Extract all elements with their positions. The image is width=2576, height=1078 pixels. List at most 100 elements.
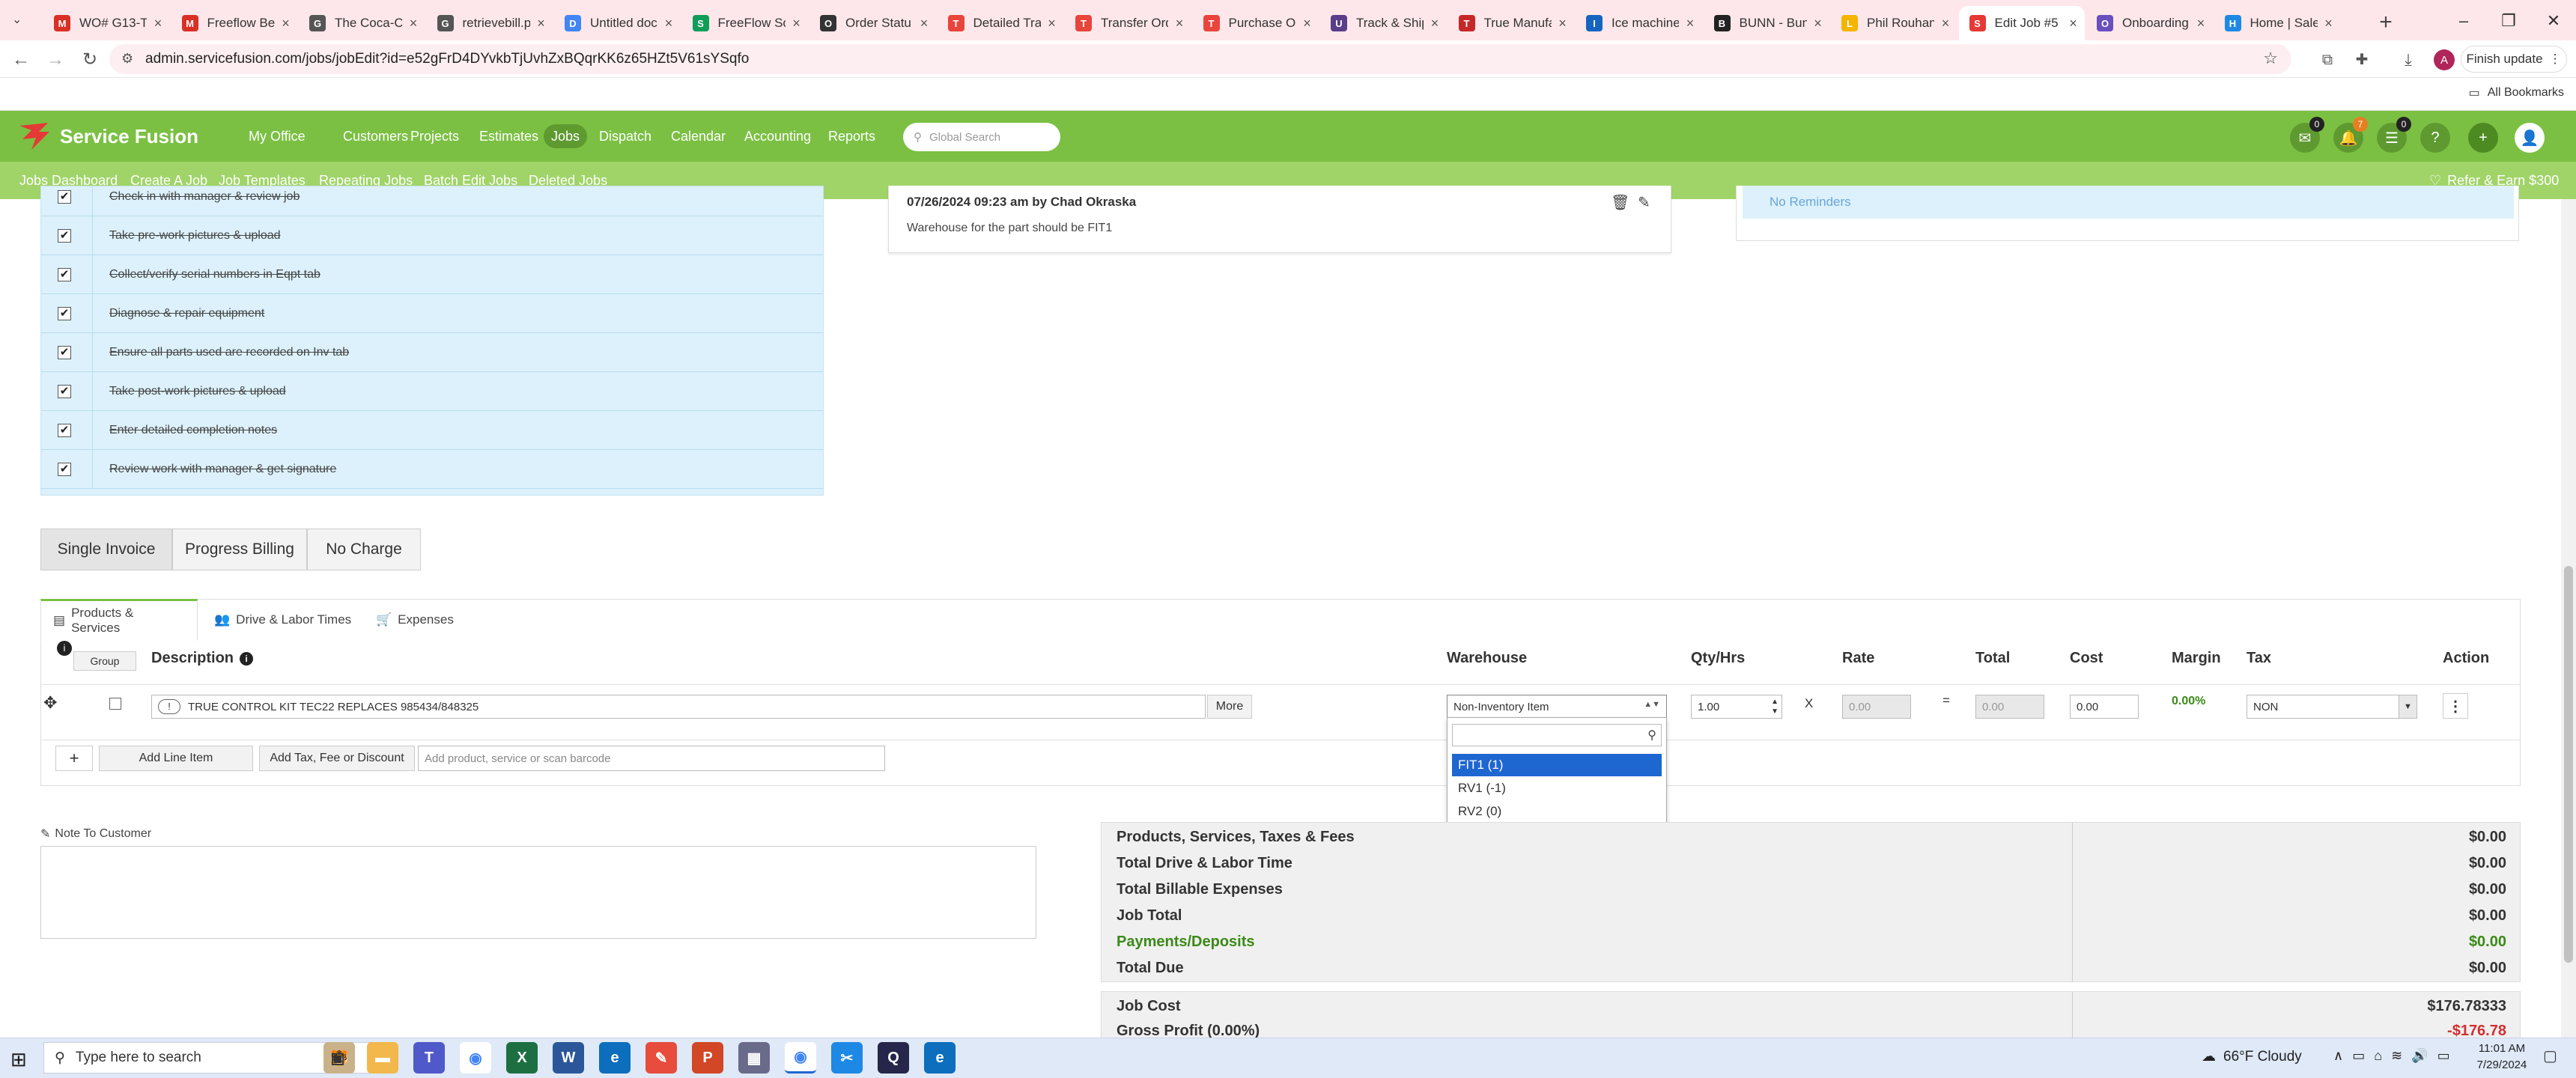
checklist-checkbox[interactable]: ✔ (58, 267, 71, 281)
wifi-icon[interactable]: ≋ (2391, 1048, 2402, 1064)
tab-close-icon[interactable]: × (1424, 16, 1446, 31)
cost-input[interactable]: 0.00 (2070, 695, 2139, 719)
no-charge-button[interactable]: No Charge (307, 529, 421, 570)
tax-select[interactable]: NON ▼ (2247, 695, 2417, 719)
checklist-checkbox[interactable]: ✔ (58, 189, 71, 204)
tab-close-icon[interactable]: × (657, 16, 680, 31)
group-button[interactable]: Group (73, 651, 136, 671)
download-icon[interactable]: ⤓ (2395, 46, 2422, 73)
snipping-tool-icon[interactable]: ✂ (831, 1042, 863, 1074)
browser-tab[interactable]: I Ice machine × (1576, 6, 1701, 40)
more-button[interactable]: More (1207, 695, 1252, 719)
browser-tab[interactable]: B BUNN - Bun × (1704, 6, 1829, 40)
user-avatar-icon[interactable]: 👤 (2515, 123, 2545, 153)
task-view-icon[interactable]: ▣ (322, 1042, 353, 1074)
site-info-icon[interactable]: ⚙ (121, 51, 133, 67)
browser-tab[interactable]: U Track & Ship × (1320, 6, 1446, 40)
trash-icon[interactable]: 🗑 (1611, 193, 1629, 212)
tab-close-icon[interactable]: × (530, 16, 553, 31)
tab-close-icon[interactable]: × (1041, 16, 1063, 31)
info-icon[interactable]: i (57, 641, 72, 656)
finish-update-button[interactable]: Finish update ⋮ (2461, 46, 2567, 73)
quickbooks-icon[interactable]: Q (878, 1042, 909, 1074)
menu-item[interactable]: Dispatch (592, 124, 659, 148)
browser-tab[interactable]: S Edit Job #5 × (1958, 6, 2085, 40)
maximize-button[interactable]: ❐ (2486, 6, 2531, 36)
qty-stepper-icon[interactable]: ▲ ▼ (1771, 697, 1778, 716)
browser-tab[interactable]: O Onboarding × (2086, 6, 2212, 40)
tab-products-services[interactable]: ▤ Products & Services (40, 599, 198, 641)
row-action-kebab-icon[interactable]: ⋮ (2443, 693, 2468, 719)
tab-drive-labor[interactable]: 👥 Drive & Labor Times (202, 599, 363, 641)
notification-icon[interactable]: ▢ (2543, 1047, 2557, 1065)
edit-pencil-icon[interactable]: ✎ (1638, 193, 1650, 212)
forward-icon[interactable]: → (42, 46, 69, 73)
menu-item[interactable]: My Office (241, 124, 313, 148)
tab-close-icon[interactable]: × (1296, 16, 1319, 31)
checklist-checkbox[interactable]: ✔ (58, 228, 71, 243)
checklist-checkbox[interactable]: ✔ (58, 384, 71, 398)
reload-icon[interactable]: ↻ (76, 46, 103, 73)
battery-icon[interactable]: ▭ (2437, 1048, 2450, 1064)
tab-close-icon[interactable]: × (2318, 16, 2340, 31)
tab-close-icon[interactable]: × (1679, 16, 1701, 31)
rate-input[interactable]: 0.00 (1842, 695, 1911, 719)
calculator-icon[interactable]: ▦ (738, 1042, 770, 1074)
teams-icon[interactable]: T (413, 1042, 445, 1074)
app-pen-icon[interactable]: ✎ (645, 1042, 677, 1074)
warehouse-option[interactable]: RV2 (0) (1452, 800, 1662, 823)
edge-dev-icon[interactable]: e (924, 1042, 956, 1074)
drag-handle-icon[interactable]: ✥ (43, 693, 57, 713)
chrome-icon[interactable]: ◉ (460, 1042, 491, 1074)
page-scrollbar[interactable] (2561, 199, 2576, 1038)
tab-close-icon[interactable]: × (147, 16, 169, 31)
tab-close-icon[interactable]: × (2062, 16, 2085, 31)
back-icon[interactable]: ← (7, 46, 34, 73)
checklist-checkbox[interactable]: ✔ (58, 462, 71, 476)
add-new-icon[interactable]: + (2468, 123, 2498, 153)
global-search-input[interactable]: ⚲ Global Search (903, 123, 1060, 151)
warehouse-option[interactable]: RV1 (-1) (1452, 777, 1662, 800)
tab-close-icon[interactable]: × (786, 16, 808, 31)
checklist-checkbox[interactable]: ✔ (58, 306, 71, 320)
menu-item[interactable]: Projects (403, 124, 467, 148)
add-line-item-button[interactable]: Add Line Item (99, 746, 253, 771)
item-info-icon[interactable]: ! (158, 699, 180, 714)
plus-icon[interactable]: + (55, 746, 93, 771)
service-fusion-logo[interactable]: Service Fusion (16, 118, 198, 154)
tab-close-icon[interactable]: × (275, 16, 297, 31)
progress-billing-button[interactable]: Progress Billing (172, 529, 307, 570)
browser-tab[interactable]: G The Coca-Co× (299, 6, 425, 40)
single-invoice-button[interactable]: Single Invoice (40, 529, 172, 570)
checklist-checkbox[interactable]: ✔ (58, 345, 71, 359)
windows-start-icon[interactable]: ⊞ (10, 1048, 27, 1071)
menu-item[interactable]: Jobs (544, 124, 588, 148)
line-description-input[interactable]: ! TRUE CONTROL KIT TEC22 REPLACES 985434… (151, 695, 1206, 719)
minimize-button[interactable]: – (2441, 6, 2486, 36)
browser-tab[interactable]: T Detailed Tra × (938, 6, 1063, 40)
chevron-up-icon[interactable]: ∧ (2333, 1048, 2343, 1064)
file-explorer-icon[interactable]: ▬ (367, 1042, 398, 1074)
help-icon[interactable]: ? (2420, 123, 2450, 153)
browser-tab[interactable]: L Phil Rouhan × (1831, 6, 1957, 40)
excel-icon[interactable]: X (506, 1042, 538, 1074)
all-bookmarks[interactable]: ▭ All Bookmarks (2469, 85, 2564, 100)
menu-item[interactable]: Estimates (472, 124, 546, 148)
powerpoint-icon[interactable]: P (692, 1042, 723, 1074)
menu-item[interactable]: Reports (821, 124, 883, 148)
browser-tab[interactable]: M WO# G13-T × (43, 6, 169, 40)
browser-tab[interactable]: T Transfer Ord × (1065, 6, 1191, 40)
warehouse-select[interactable]: Non-Inventory Item ▲▼ (1447, 695, 1667, 719)
tray-app-icon[interactable]: ▭ (2352, 1048, 2365, 1064)
checklist-checkbox[interactable]: ✔ (58, 423, 71, 437)
chrome-active-icon[interactable]: ◉ (785, 1042, 816, 1074)
menu-item[interactable]: Calendar (663, 124, 733, 148)
tab-close-icon[interactable]: × (913, 16, 935, 31)
browser-tab[interactable]: D Untitled doc × (554, 6, 680, 40)
browser-tab[interactable]: T Purchase Or × (1193, 6, 1319, 40)
tab-close-icon[interactable]: × (1552, 16, 1574, 31)
tab-close-icon[interactable]: × (1807, 16, 1829, 31)
weather-widget[interactable]: ☁ 66°F Cloudy (2202, 1048, 2302, 1065)
add-tax-fee-button[interactable]: Add Tax, Fee or Discount (259, 746, 415, 771)
profile-avatar[interactable]: A (2434, 49, 2455, 70)
